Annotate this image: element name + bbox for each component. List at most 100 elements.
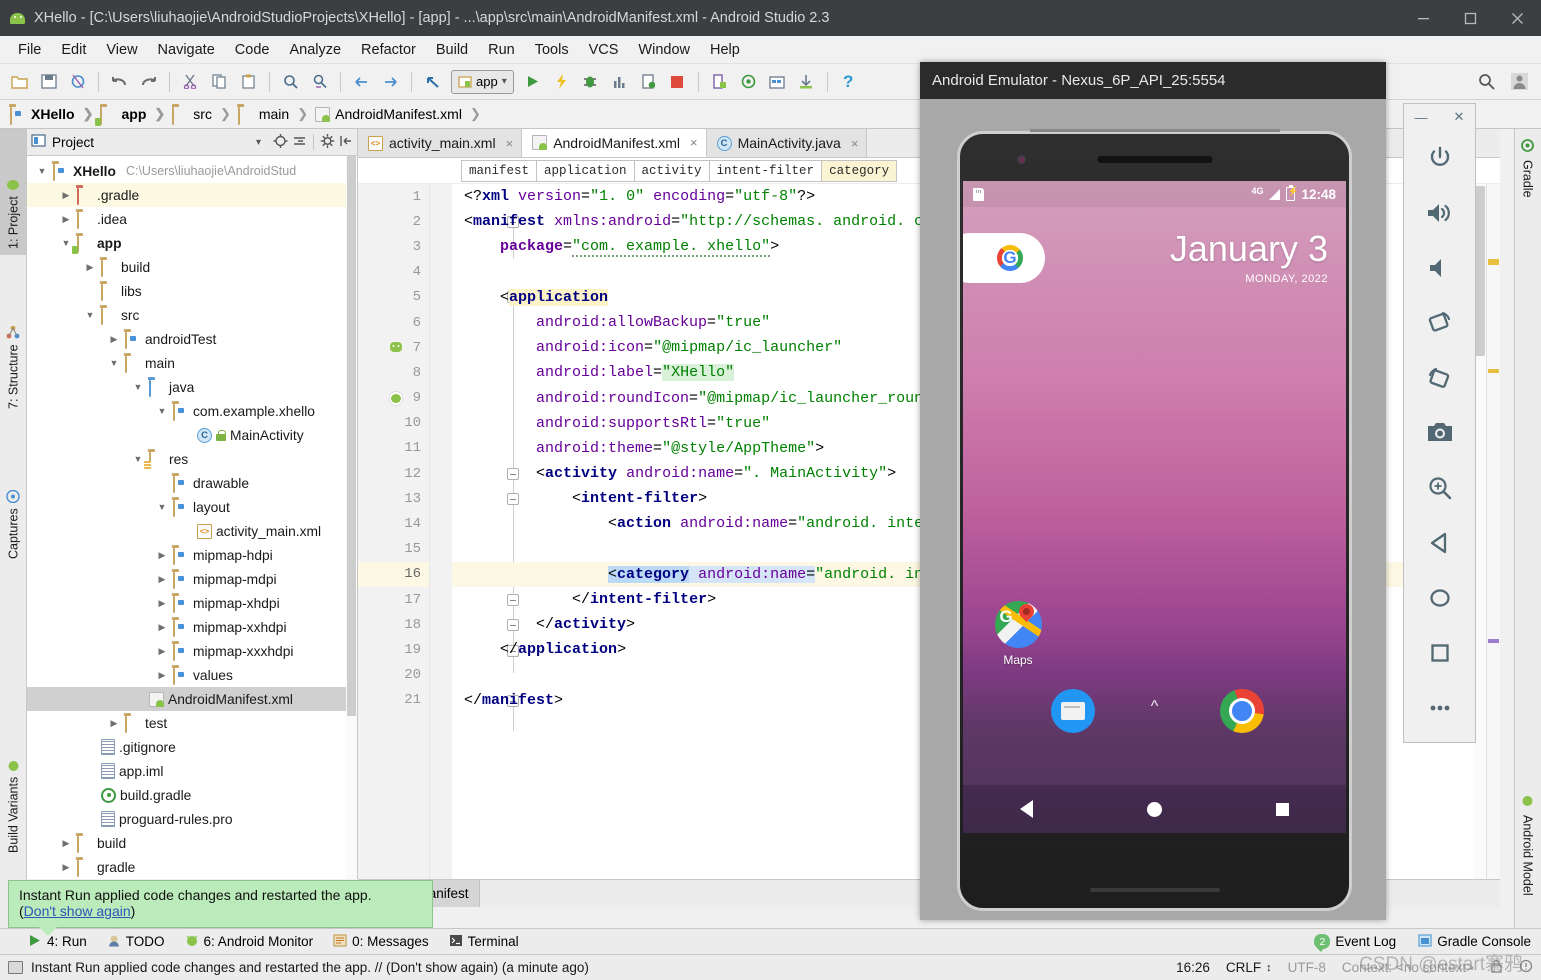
locate-icon[interactable] (273, 133, 288, 151)
tree-node[interactable]: ▼ app (27, 231, 357, 255)
project-view-selector[interactable]: Project (31, 134, 252, 150)
tree-node[interactable]: ▼ layout (27, 495, 357, 519)
tab-close-icon[interactable]: × (690, 135, 698, 150)
xml-crumb-manifest[interactable]: manifest (461, 159, 537, 182)
run-button[interactable] (519, 69, 546, 95)
find-icon[interactable] (277, 69, 304, 95)
xml-crumb-intent-filter[interactable]: intent-filter (708, 159, 822, 182)
tree-expand-arrow[interactable]: ▶ (59, 190, 73, 201)
tree-node[interactable]: build.gradle (27, 783, 357, 807)
tree-node[interactable]: ▶ build (27, 831, 357, 855)
tree-expand-arrow[interactable]: ▶ (155, 622, 169, 633)
tree-expand-arrow[interactable]: ▼ (107, 358, 121, 368)
breadcrumb-xhello[interactable]: XHello ❯ (10, 106, 100, 125)
tree-expand-arrow[interactable]: ▶ (83, 262, 97, 273)
save-all-icon[interactable] (35, 69, 62, 95)
maximize-button[interactable] (1447, 0, 1494, 36)
rotate-right-icon[interactable] (1414, 350, 1466, 405)
tree-expand-arrow[interactable]: ▼ (35, 166, 49, 176)
project-structure-icon[interactable] (764, 69, 791, 95)
tree-expand-arrow[interactable]: ▼ (155, 502, 169, 512)
tree-node[interactable]: ▶ test (27, 711, 357, 735)
tree-node[interactable]: ▼ main (27, 351, 357, 375)
tree-node[interactable]: ▼ src (27, 303, 357, 327)
nav-recents-icon[interactable] (1276, 802, 1289, 816)
minimize-button[interactable] (1400, 0, 1447, 36)
tab-close-icon[interactable]: × (506, 136, 514, 151)
status-message[interactable]: Instant Run applied code changes and res… (31, 960, 589, 975)
menu-navigate[interactable]: Navigate (148, 39, 225, 61)
tree-node[interactable]: ▼ res (27, 447, 357, 471)
tree-expand-arrow[interactable]: ▼ (59, 238, 73, 248)
tab-android-manifest-xml[interactable]: AndroidManifest.xml × (522, 129, 707, 157)
menu-analyze[interactable]: Analyze (279, 39, 351, 61)
sidebar-item-captures[interactable]: Captures (0, 425, 27, 565)
inspection-icon[interactable] (1519, 959, 1533, 976)
breadcrumb-manifest[interactable]: AndroidManifest.xml ❯ (315, 106, 488, 122)
chevron-down-icon[interactable]: ▾ (256, 137, 261, 148)
android-gutter-icon[interactable] (388, 390, 406, 406)
xml-crumb-application[interactable]: application (536, 159, 634, 182)
gear-icon[interactable] (320, 133, 335, 151)
sidebar-item-gradle[interactable]: Gradle (1514, 133, 1541, 223)
gradle-console-button[interactable]: Gradle Console (1418, 933, 1531, 950)
screenshot-camera-icon[interactable] (1414, 405, 1466, 460)
tab-activity-main-xml[interactable]: <> activity_main.xml × (358, 129, 523, 157)
tree-expand-arrow[interactable]: ▶ (155, 646, 169, 657)
tree-node[interactable]: ▶ mipmap-hdpi (27, 543, 357, 567)
tree-node[interactable]: <> activity_main.xml (27, 519, 357, 543)
tree-node[interactable]: ▶ values (27, 663, 357, 687)
menu-refactor[interactable]: Refactor (351, 39, 426, 61)
google-search-widget[interactable] (963, 233, 1045, 283)
collapse-all-icon[interactable] (292, 134, 307, 151)
tree-expand-arrow[interactable]: ▶ (155, 550, 169, 561)
last-edit-location-icon[interactable] (419, 69, 446, 95)
breadcrumb-src[interactable]: src ❯ (172, 106, 238, 125)
dont-show-again-link[interactable]: Don't show again (24, 903, 131, 919)
event-log-button[interactable]: 2 Event Log (1314, 934, 1396, 952)
menu-edit[interactable]: Edit (51, 39, 96, 61)
editor-marker-bar[interactable] (1486, 184, 1500, 879)
help-icon[interactable]: ? (835, 69, 862, 95)
lock-icon[interactable] (1490, 959, 1503, 976)
tree-node[interactable]: ▶ build (27, 255, 357, 279)
paste-icon[interactable] (235, 69, 262, 95)
undo-icon[interactable] (106, 69, 133, 95)
tree-node[interactable]: ▶ mipmap-mdpi (27, 567, 357, 591)
xml-crumb-activity[interactable]: activity (633, 159, 709, 182)
tool-window-terminal[interactable]: Terminal (449, 934, 519, 950)
search-icon[interactable] (1473, 69, 1500, 95)
home-icon[interactable] (1414, 570, 1466, 625)
tree-node[interactable]: ▶ gradle (27, 855, 357, 879)
android-emulator-window[interactable]: Android Emulator - Nexus_6P_API_25:5554 … (920, 62, 1386, 920)
tree-expand-arrow[interactable]: ▶ (59, 862, 73, 873)
tool-window-android-monitor[interactable]: 6: Android Monitor (185, 934, 313, 950)
tree-expand-arrow[interactable]: ▶ (107, 334, 121, 345)
home-app-maps[interactable]: G Maps (988, 601, 1048, 667)
tree-node[interactable]: libs (27, 279, 357, 303)
forward-nav-icon[interactable] (377, 69, 404, 95)
tree-node[interactable]: .gitignore (27, 735, 357, 759)
tab-main-activity-java[interactable]: C MainActivity.java × (706, 129, 868, 157)
rotate-left-icon[interactable] (1414, 295, 1466, 350)
tree-node[interactable]: ▶ .idea (27, 207, 357, 231)
emulator-toolbar-minimize[interactable]: — (1415, 110, 1428, 125)
copy-icon[interactable] (206, 69, 233, 95)
device-screen[interactable]: 4G 12:48 January 3 MONDAY, 2022 (963, 181, 1346, 833)
line-separator-indicator[interactable]: CRLF ↕ (1226, 960, 1272, 975)
menu-file[interactable]: File (8, 39, 51, 61)
menu-vcs[interactable]: VCS (579, 39, 629, 61)
tree-node[interactable]: ▶ mipmap-xxxhdpi (27, 639, 357, 663)
line-number-gutter[interactable]: 1 2 3 4 5 6 7 8 9 10 11 12 13 14 15 16 17 18 19 20 21 (358, 184, 430, 879)
breadcrumb-app[interactable]: app ❯ (95, 106, 172, 126)
replace-icon[interactable] (306, 69, 333, 95)
chevron-down-icon[interactable]: ▾ (502, 76, 507, 87)
nav-home-icon[interactable] (1147, 801, 1162, 817)
tree-node[interactable]: ▶ androidTest (27, 327, 357, 351)
tree-expand-arrow[interactable]: ▶ (155, 670, 169, 681)
tree-node[interactable]: app.iml (27, 759, 357, 783)
breadcrumb-main[interactable]: main ❯ (237, 106, 315, 125)
open-folder-icon[interactable] (6, 69, 33, 95)
tree-expand-arrow[interactable]: ▶ (59, 838, 73, 849)
run-configuration-selector[interactable]: app ▾ (451, 69, 514, 94)
